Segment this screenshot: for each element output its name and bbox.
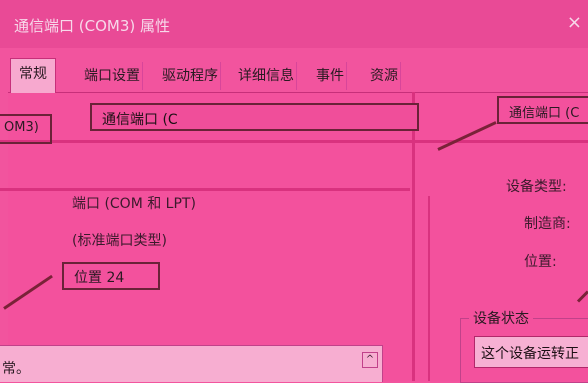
com-label-text: OM3)	[4, 120, 39, 135]
tab-events[interactable]: 事件	[314, 62, 347, 90]
device-name-field[interactable]: 通信端口 (C	[90, 103, 419, 131]
location-value: 位置 24	[74, 270, 125, 286]
device-name-field-right[interactable]: 通信端口 (C	[497, 96, 588, 124]
pane-divider	[412, 92, 415, 381]
status-text-area[interactable]: 常。 ^	[0, 345, 383, 382]
device-type-label: 设备类型:	[506, 179, 567, 195]
title-bar: 通信端口 (COM3) 属性 ×	[0, 0, 588, 48]
window-title: 通信端口 (COM3) 属性	[14, 17, 171, 35]
device-name-text-right: 通信端口 (C	[509, 106, 580, 121]
tab-general[interactable]: 常规	[10, 58, 56, 93]
tab-port-settings[interactable]: 端口设置	[82, 62, 143, 90]
manufacturer-value: (标准端口类型)	[72, 233, 167, 249]
device-status-text: 这个设备运转正	[481, 346, 579, 362]
tab-resources[interactable]: 资源	[368, 62, 401, 90]
device-type-value: 端口 (COM 和 LPT)	[72, 196, 196, 212]
close-icon[interactable]: ×	[567, 12, 582, 33]
manufacturer-label: 制造商:	[524, 216, 571, 232]
tab-details[interactable]: 详细信息	[236, 62, 297, 90]
device-status-box[interactable]: 这个设备运转正	[474, 336, 588, 368]
pane-divider	[428, 196, 430, 381]
device-name-text: 通信端口 (C	[102, 112, 178, 128]
divider	[0, 140, 588, 143]
com-label-fragment: OM3)	[0, 114, 52, 144]
tab-strip: 常规 端口设置 驱动程序 详细信息 事件 资源	[8, 58, 588, 93]
divider	[0, 188, 410, 191]
location-label: 位置:	[524, 254, 557, 270]
tab-driver[interactable]: 驱动程序	[160, 62, 221, 90]
scroll-up-icon[interactable]: ^	[362, 352, 378, 368]
status-text-fragment: 常。	[2, 361, 30, 377]
device-status-label: 设备状态	[469, 308, 533, 328]
location-field: 位置 24	[62, 262, 160, 290]
